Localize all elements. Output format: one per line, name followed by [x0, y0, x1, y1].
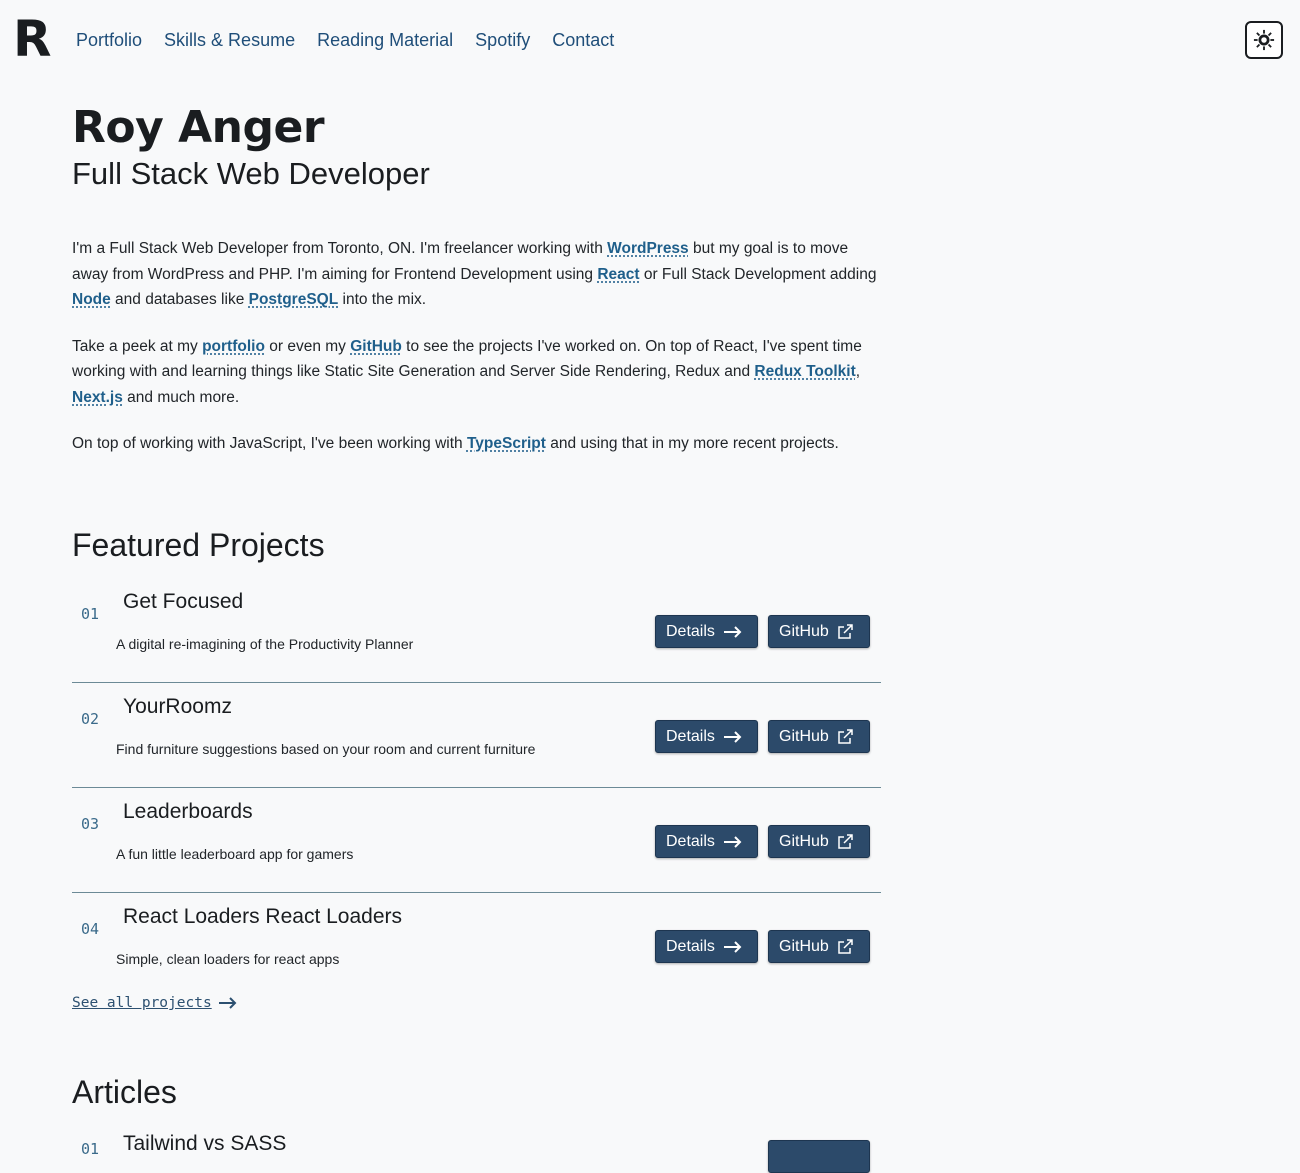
details-button[interactable]: Details — [655, 615, 758, 648]
external-link-icon — [838, 938, 853, 954]
intro-text-span: or even my — [264, 337, 351, 355]
nav-contact[interactable]: Contact — [552, 28, 614, 52]
intro-paragraph-2: Take a peek at my portfolio or even my G… — [72, 334, 882, 411]
project-number: 03 — [81, 815, 100, 833]
details-label: Details — [666, 727, 715, 745]
intro-text-span: and much more. — [122, 388, 240, 406]
arrow-right-icon — [218, 997, 237, 1009]
github-label: GitHub — [779, 622, 829, 640]
project-number: 01 — [81, 605, 100, 623]
intro-text-span: On top of working with JavaScript, I've … — [72, 435, 467, 452]
project-title: Get Focused — [123, 590, 244, 613]
external-link-icon — [838, 623, 853, 639]
intro-paragraph-3: On top of working with JavaScript, I've … — [72, 431, 882, 457]
project-item: 02 YourRoomz Find furniture suggestions … — [72, 683, 881, 788]
project-title: React Loaders React Loaders — [123, 905, 402, 928]
details-button[interactable]: Details — [655, 720, 758, 753]
link-nextjs[interactable]: Next.js — [72, 389, 123, 406]
article-button[interactable] — [768, 1140, 870, 1173]
hero-section: Roy Anger Full Stack Web Developer I'm a… — [72, 100, 882, 478]
intro-text-span: I'm a Full Stack Web Developer from Toro… — [72, 240, 608, 257]
project-item: 01 Get Focused A digital re-imagining of… — [72, 578, 881, 683]
github-button[interactable]: GitHub — [768, 825, 870, 858]
project-item: 03 Leaderboards A fun little leaderboard… — [72, 788, 881, 893]
github-button[interactable]: GitHub — [768, 930, 870, 963]
link-node[interactable]: Node — [72, 291, 111, 308]
see-all-label: See all projects — [72, 995, 212, 1011]
project-description: Simple, clean loaders for react apps — [116, 951, 340, 967]
details-label: Details — [666, 832, 715, 850]
theme-toggle-button[interactable] — [1245, 21, 1283, 59]
main-nav: Portfolio Skills & Resume Reading Materi… — [76, 28, 614, 52]
intro-text: I'm a Full Stack Web Developer from Toro… — [72, 236, 882, 457]
nav-reading-material[interactable]: Reading Material — [317, 28, 453, 52]
intro-text-span: and using that in my more recent project… — [545, 435, 839, 452]
site-logo[interactable]: R — [13, 14, 51, 64]
project-description: A fun little leaderboard app for gamers — [116, 846, 354, 862]
arrow-right-icon — [723, 625, 742, 638]
arrow-right-icon — [723, 835, 742, 848]
link-postgresql[interactable]: PostgreSQL — [249, 291, 339, 308]
project-item: 04 React Loaders React Loaders Simple, c… — [72, 893, 881, 998]
link-react[interactable]: React — [597, 266, 639, 283]
intro-text-span: Take a peek at my — [72, 337, 203, 355]
project-description: A digital re-imagining of the Productivi… — [116, 636, 414, 652]
intro-text-span: and databases like — [110, 291, 249, 308]
intro-text-span: or Full Stack Development adding — [639, 265, 877, 283]
details-label: Details — [666, 937, 715, 955]
article-item: 01 Tailwind vs SASS — [72, 1132, 881, 1173]
project-description: Find furniture suggestions based on your… — [116, 741, 536, 757]
external-link-icon — [838, 728, 853, 744]
link-github[interactable]: GitHub — [350, 338, 402, 355]
intro-text-span: , — [855, 363, 861, 380]
details-button[interactable]: Details — [655, 930, 758, 963]
nav-spotify[interactable]: Spotify — [475, 28, 530, 52]
project-number: 02 — [81, 710, 100, 728]
sun-icon — [1253, 29, 1275, 51]
external-link-icon — [838, 833, 853, 849]
page-title: Roy Anger — [72, 102, 325, 153]
project-number: 04 — [81, 920, 100, 938]
nav-portfolio[interactable]: Portfolio — [76, 28, 142, 52]
arrow-right-icon — [723, 730, 742, 743]
github-label: GitHub — [779, 832, 829, 850]
articles-heading: Articles — [72, 1074, 177, 1110]
link-wordpress[interactable]: WordPress — [607, 240, 689, 257]
link-redux-toolkit[interactable]: Redux Toolkit — [754, 363, 855, 380]
featured-projects-list: 01 Get Focused A digital re-imagining of… — [72, 578, 881, 998]
featured-projects-heading: Featured Projects — [72, 527, 325, 563]
project-title: YourRoomz — [123, 695, 232, 718]
site-header: R Portfolio Skills & Resume Reading Mate… — [0, 0, 1300, 82]
intro-text-span: into the mix. — [338, 291, 427, 308]
project-title: Leaderboards — [123, 800, 253, 823]
page-subtitle: Full Stack Web Developer — [72, 156, 430, 191]
github-label: GitHub — [779, 937, 829, 955]
link-typescript[interactable]: TypeScript — [467, 435, 546, 452]
article-title: Tailwind vs SASS — [123, 1132, 287, 1155]
arrow-right-icon — [723, 940, 742, 953]
nav-skills-resume[interactable]: Skills & Resume — [164, 28, 295, 52]
details-button[interactable]: Details — [655, 825, 758, 858]
article-number: 01 — [81, 1140, 100, 1158]
link-portfolio[interactable]: portfolio — [202, 338, 265, 355]
github-label: GitHub — [779, 727, 829, 745]
see-all-projects-link[interactable]: See all projects — [72, 995, 238, 1011]
intro-paragraph-1: I'm a Full Stack Web Developer from Toro… — [72, 236, 882, 313]
github-button[interactable]: GitHub — [768, 615, 870, 648]
github-button[interactable]: GitHub — [768, 720, 870, 753]
details-label: Details — [666, 622, 715, 640]
